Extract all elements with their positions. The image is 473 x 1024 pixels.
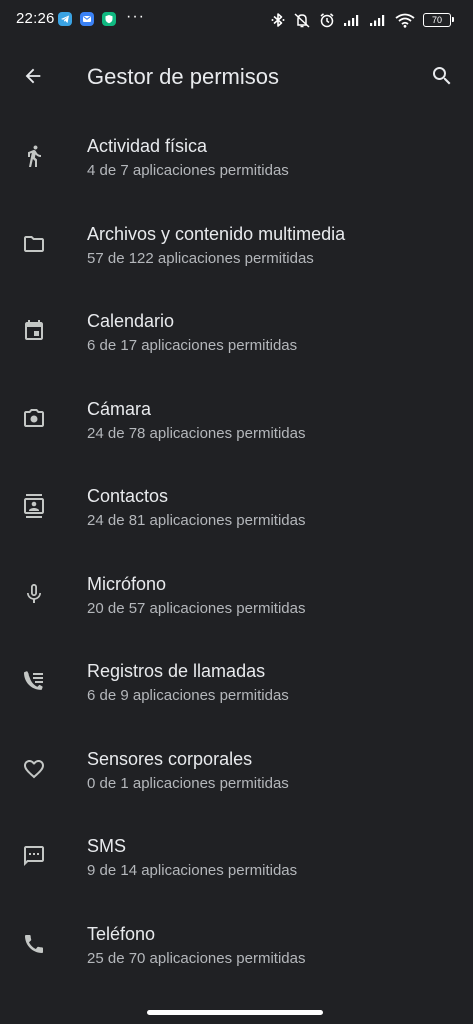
gesture-navigation-handle[interactable] [147,1010,323,1015]
more-notifications-icon: ··· [126,8,145,25]
contacts-icon [20,492,48,520]
permission-title: Micrófono [87,573,167,594]
permission-title: Archivos y contenido multimedia [87,223,346,244]
microphone-icon [20,580,48,608]
permission-subtitle: 6 de 9 aplicaciones permitidas [87,687,289,704]
shield-icon [102,12,116,26]
walking-person-icon [20,142,48,170]
permission-title: Contactos [87,486,169,506]
arrow-back-icon [22,65,44,92]
permission-item-files-media[interactable]: Archivos y contenido multimedia 57 de 12… [0,202,473,290]
signal-icon [343,13,361,27]
status-bar: 22:26 ··· 70 [0,0,473,40]
search-icon [430,64,454,93]
sms-icon [20,842,48,870]
permission-title: SMS [87,836,127,856]
bluetooth-icon [271,12,285,28]
screen: 22:26 ··· 70 Gestor de permisos Activida… [0,0,473,1024]
permission-subtitle: 20 de 57 aplicaciones permitidas [87,599,306,617]
telegram-icon [58,12,72,26]
permission-subtitle: 0 de 1 aplicaciones permitidas [87,774,289,792]
permission-subtitle: 24 de 81 aplicaciones permitidas [87,512,306,529]
permission-list: Actividad física 4 de 7 aplicaciones per… [0,114,473,989]
search-button[interactable] [427,63,457,93]
permission-item-calendar[interactable]: Calendario 6 de 17 aplicaciones permitid… [0,289,473,377]
permission-item-sms[interactable]: SMS 9 de 14 aplicaciones permitidas [0,814,473,902]
folder-icon [20,230,48,258]
permission-title: Sensores corporales [87,748,253,769]
permission-item-contacts[interactable]: Contactos 24 de 81 aplicaciones permitid… [0,464,473,552]
camera-icon [20,405,48,433]
permission-item-microphone[interactable]: Micrófono 20 de 57 aplicaciones permitid… [0,552,473,640]
calendar-icon [20,317,48,345]
system-status-icons: 70 [271,10,454,30]
permission-title: Calendario [87,311,175,331]
page-title: Gestor de permisos [87,64,279,89]
battery-icon: 70 [423,13,454,27]
permission-subtitle: 57 de 122 aplicaciones permitidas [87,249,314,267]
permission-title: Teléfono [87,923,156,944]
mail-icon [80,12,94,26]
permission-subtitle: 4 de 7 aplicaciones permitidas [87,162,289,179]
permission-subtitle: 6 de 17 aplicaciones permitidas [87,337,298,354]
status-time: 22:26 [16,10,55,27]
permission-subtitle: 25 de 70 aplicaciones permitidas [87,949,306,967]
battery-level: 70 [431,14,442,25]
permission-title: Registros de llamadas [87,661,266,681]
permission-title: Cámara [87,398,152,419]
signal-icon [369,13,387,27]
permission-subtitle: 24 de 78 aplicaciones permitidas [87,424,306,442]
call-log-icon [20,667,48,695]
back-button[interactable] [18,63,48,93]
permission-item-physical-activity[interactable]: Actividad física 4 de 7 aplicaciones per… [0,114,473,202]
wifi-icon [395,13,415,28]
app-bar: Gestor de permisos [0,50,473,104]
permission-item-body-sensors[interactable]: Sensores corporales 0 de 1 aplicaciones … [0,727,473,815]
phone-icon [20,930,48,958]
vibrate-off-icon [293,12,311,28]
heart-icon [20,755,48,783]
alarm-icon [319,12,335,28]
permission-item-call-log[interactable]: Registros de llamadas 6 de 9 aplicacione… [0,639,473,727]
permission-subtitle: 9 de 14 aplicaciones permitidas [87,862,298,879]
permission-title: Actividad física [87,136,208,156]
permission-item-phone[interactable]: Teléfono 25 de 70 aplicaciones permitida… [0,902,473,990]
permission-item-camera[interactable]: Cámara 24 de 78 aplicaciones permitidas [0,377,473,465]
